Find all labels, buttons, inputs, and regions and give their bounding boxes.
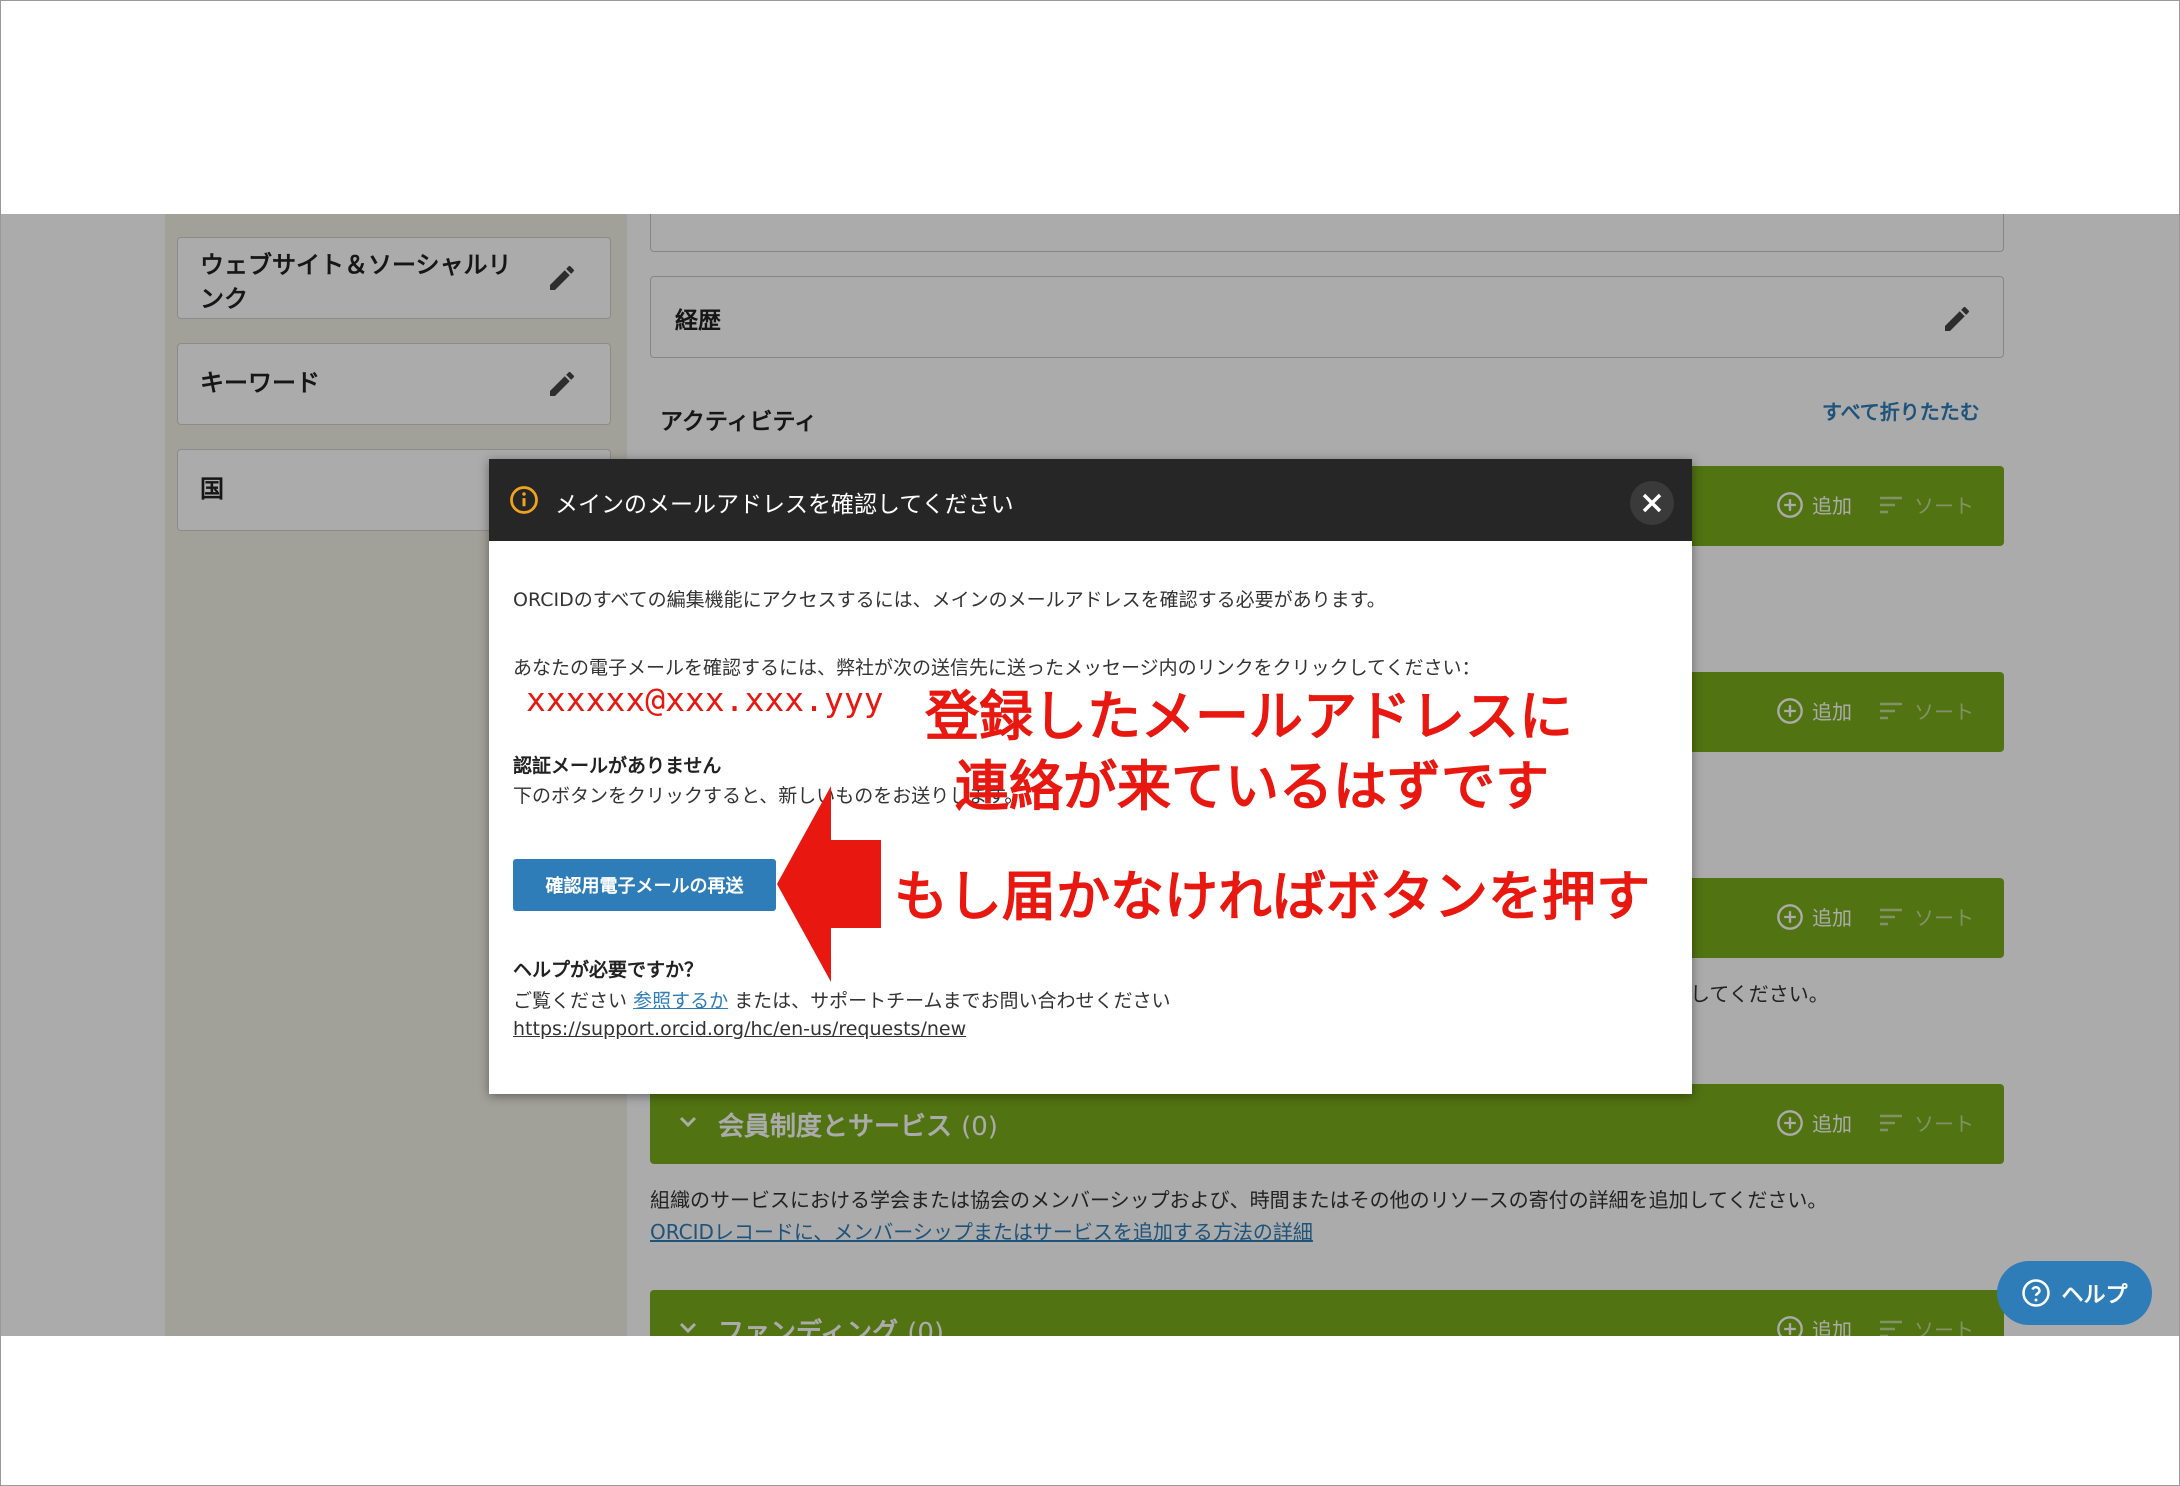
dialog-header: メインのメールアドレスを確認してください — [489, 459, 1692, 541]
reference-link[interactable]: 参照するか — [633, 990, 728, 1012]
resend-verification-button[interactable]: 確認用電子メールの再送 — [513, 859, 776, 911]
email-address-annotation: xxxxxx@xxx.xxx.yyy — [526, 680, 884, 719]
close-icon — [1642, 493, 1662, 513]
help-button-label: ヘルプ — [2061, 1283, 2128, 1308]
red-arrow-icon — [777, 786, 881, 982]
help-text: ご覧ください 参照するか または、サポートチームまでお問い合わせください — [513, 990, 1171, 1012]
annotation-line-2: 連絡が来ているはずです — [955, 755, 1549, 818]
question-circle-icon — [2022, 1279, 2051, 1307]
no-email-text: 下のボタンをクリックすると、新しいものをお送りします。 — [513, 785, 1024, 807]
info-icon — [510, 486, 538, 514]
close-button[interactable] — [1630, 481, 1674, 525]
help-button[interactable]: ヘルプ — [1997, 1261, 2152, 1325]
dialog-title: メインのメールアドレスを確認してください — [555, 492, 1014, 518]
help-heading: ヘルプが必要ですか？ — [513, 959, 704, 981]
annotation-line-3: もし届かなければボタンを押す — [894, 865, 1650, 928]
dialog-intro-text: ORCIDのすべての編集機能にアクセスするには、メインのメールアドレスを確認する… — [513, 589, 1386, 611]
support-url-link[interactable]: https://support.orcid.org/hc/en-us/reque… — [513, 1018, 966, 1040]
no-email-heading: 認証メールがありません — [513, 755, 722, 777]
annotation-line-1: 登録したメールアドレスに — [925, 685, 1573, 748]
